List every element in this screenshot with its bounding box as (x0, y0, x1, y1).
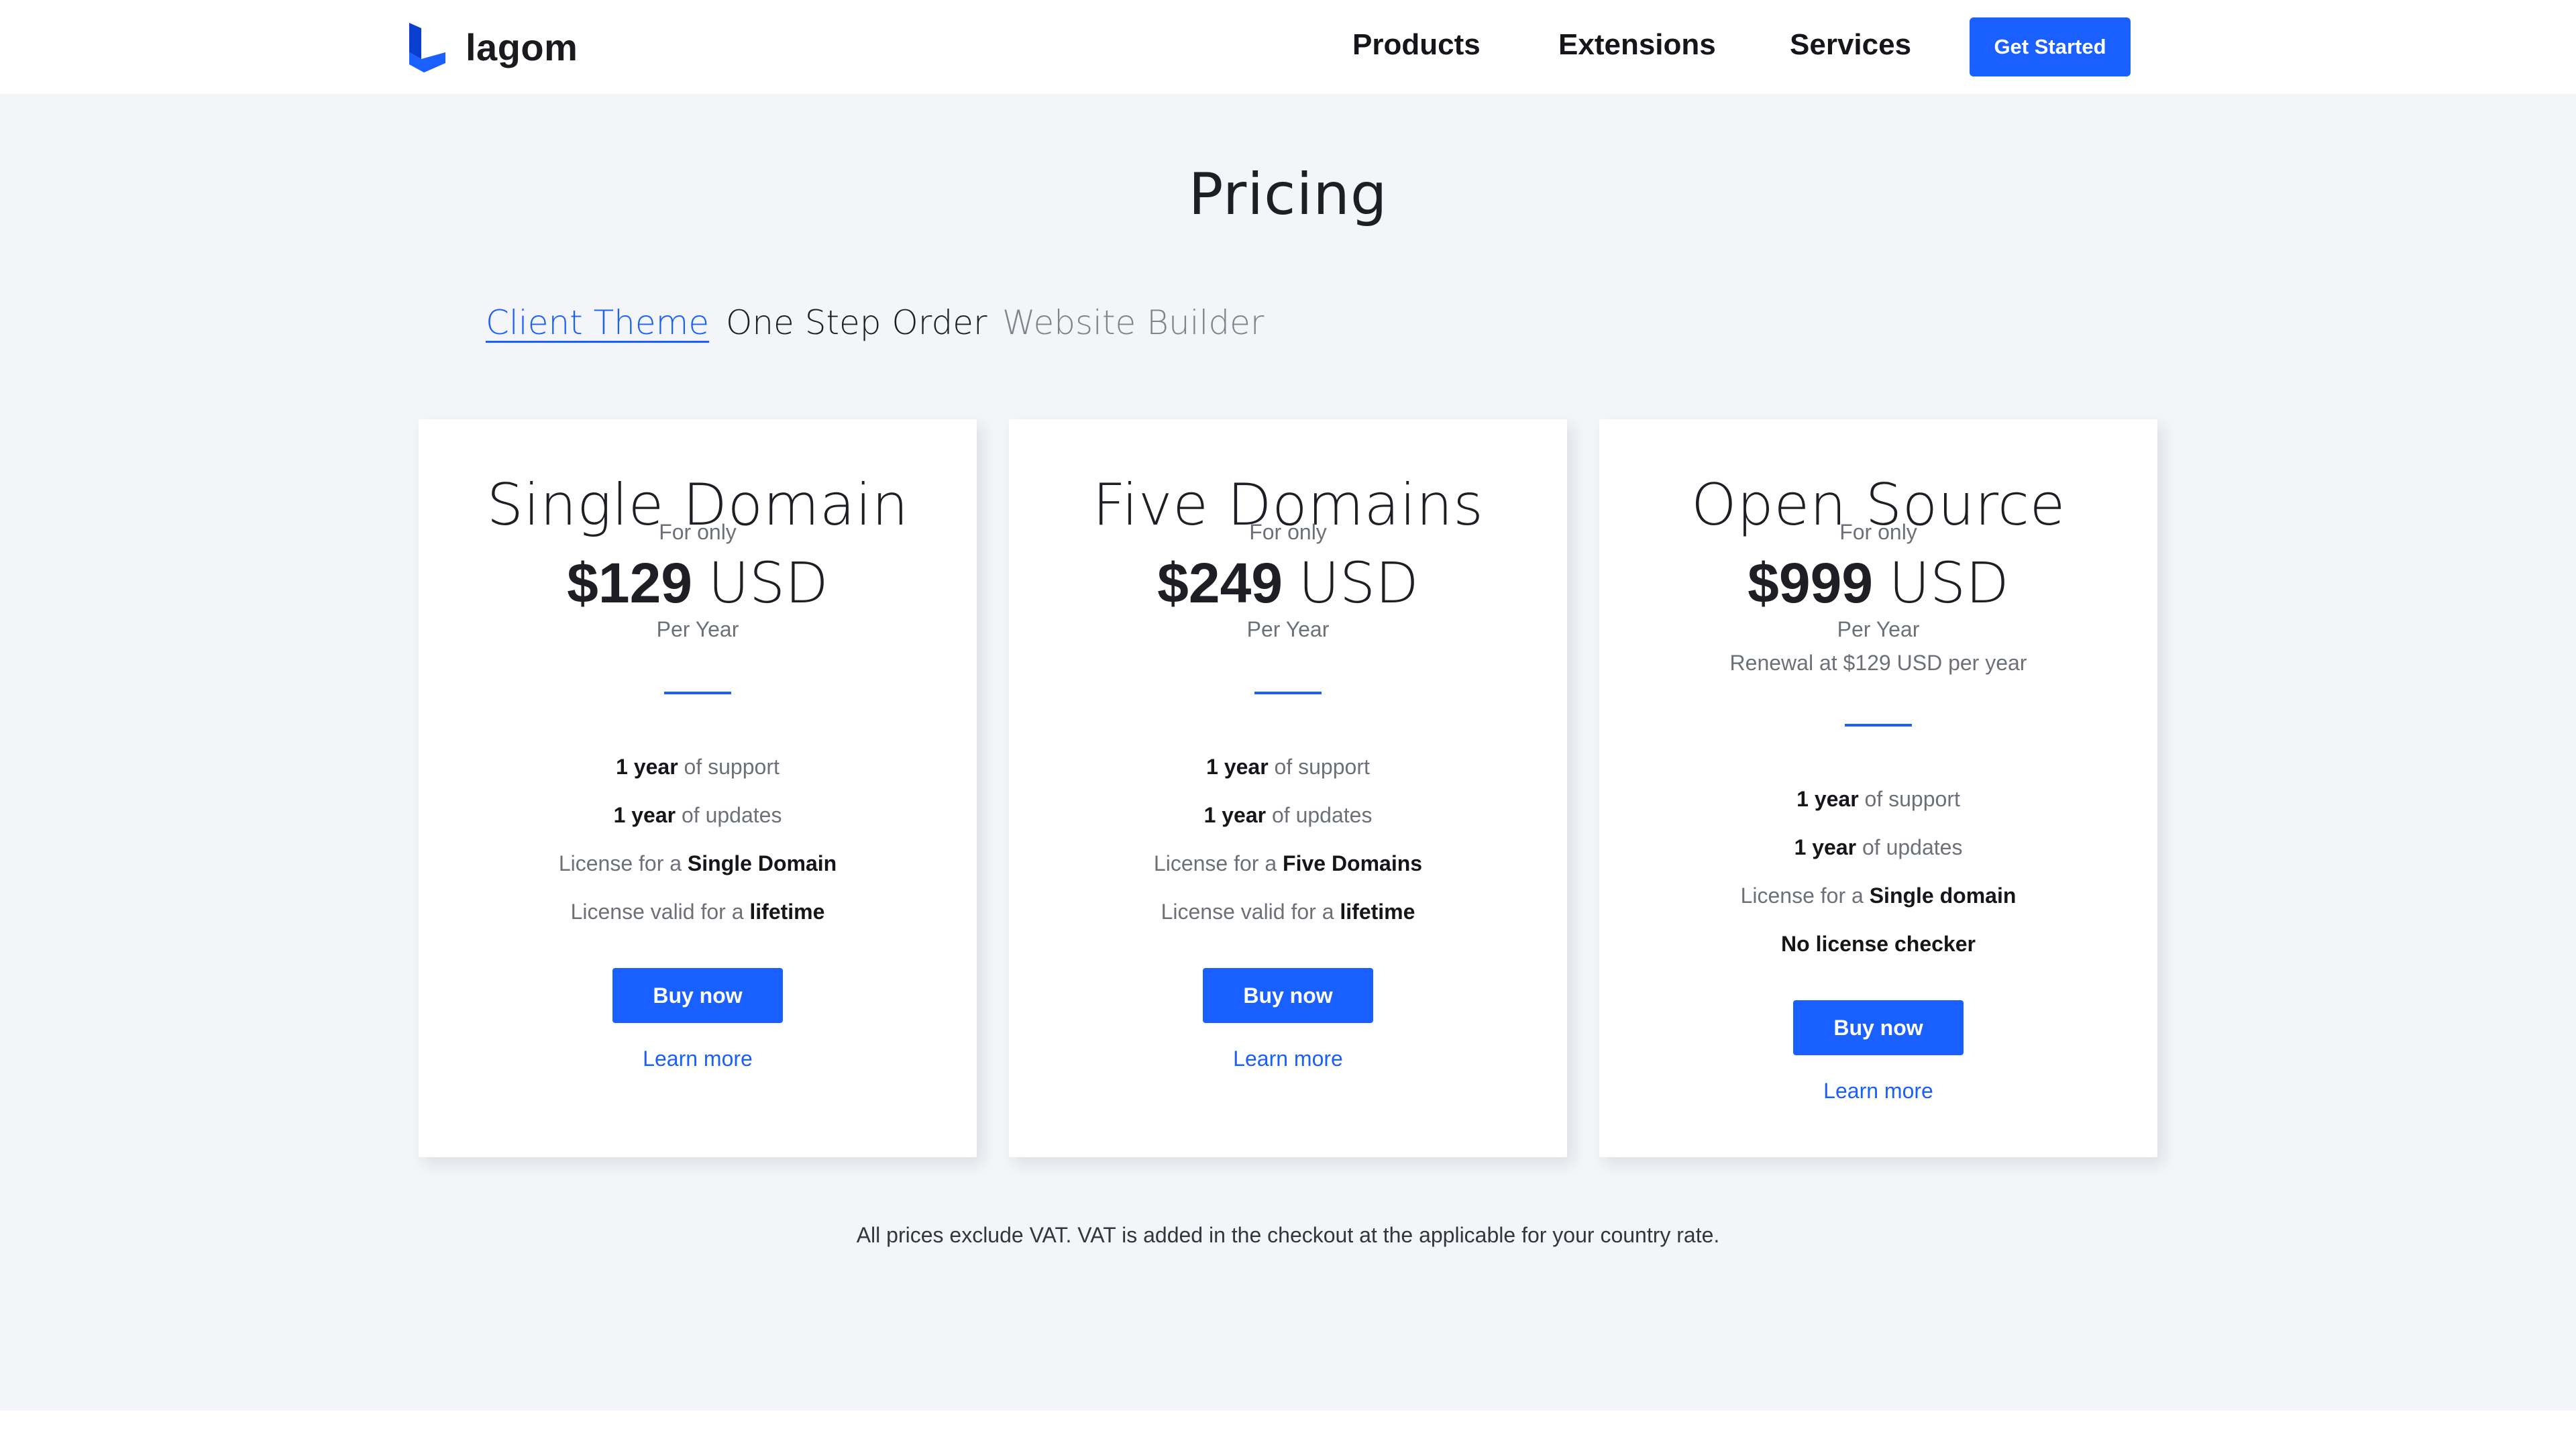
nav-services[interactable]: Services (1790, 28, 1911, 62)
plan-divider (1845, 724, 1912, 727)
learn-more-link[interactable]: Learn more (1009, 1046, 1567, 1071)
plan-price: $249 USD (1009, 550, 1567, 616)
product-tabs: Client Theme One Step Order Website Buil… (0, 303, 2576, 357)
nav-products[interactable]: Products (1352, 28, 1481, 62)
price-currency: USD (1888, 550, 2009, 616)
feature-support: 1 year of support (1796, 787, 1960, 811)
vat-note: All prices exclude VAT. VAT is added in … (856, 1223, 1720, 1247)
plan-card-open-source: Open Source For only $999 USD Per Year R… (1599, 419, 2157, 1157)
plan-divider (1254, 692, 1322, 694)
footer-strip (0, 1411, 2576, 1449)
plan-period: Per Year (656, 617, 739, 641)
price-currency: USD (1298, 550, 1419, 616)
plan-features: 1 year of support 1 year of updates Lice… (419, 743, 977, 936)
feature-license-validity: License valid for a lifetime (570, 900, 825, 924)
plan-features: 1 year of support 1 year of updates Lice… (1009, 743, 1567, 936)
plan-card-single-domain: Single Domain For only $129 USD Per Year… (419, 419, 977, 1157)
buy-now-button[interactable]: Buy now (612, 968, 783, 1023)
learn-more-link[interactable]: Learn more (1599, 1079, 2157, 1104)
plan-period: Per Year (1246, 617, 1330, 641)
plan-for-only: For only (1839, 520, 1917, 544)
price-amount: $999 (1748, 551, 1874, 614)
feature-license-checker: No license checker (1781, 932, 1976, 956)
get-started-button[interactable]: Get Started (1970, 17, 2131, 76)
plan-for-only: For only (659, 520, 737, 544)
feature-updates: 1 year of updates (1794, 835, 1963, 859)
feature-license-scope: License for a Single Domain (558, 851, 837, 875)
feature-updates: 1 year of updates (1203, 803, 1373, 827)
feature-updates: 1 year of updates (613, 803, 782, 827)
price-amount: $249 (1157, 551, 1283, 614)
plan-period: Per Year (1837, 617, 1920, 641)
feature-license-scope: License for a Five Domains (1153, 851, 1423, 875)
nav-extensions[interactable]: Extensions (1558, 28, 1716, 62)
price-amount: $129 (567, 551, 693, 614)
buy-now-button[interactable]: Buy now (1793, 1000, 1964, 1055)
feature-license-scope: License for a Single domain (1740, 883, 2017, 908)
plan-price: $999 USD (1599, 550, 2157, 616)
tab-website-builder[interactable]: Website Builder (1002, 303, 1264, 342)
price-currency: USD (708, 550, 828, 616)
top-navigation-bar: lagom Products Extensions Services Get S… (0, 0, 2576, 94)
plan-card-five-domains: Five Domains For only $249 USD Per Year … (1009, 419, 1567, 1157)
pricing-section: Pricing Client Theme One Step Order Webs… (0, 94, 2576, 1411)
feature-support: 1 year of support (616, 755, 780, 779)
feature-license-validity: License valid for a lifetime (1161, 900, 1415, 924)
tab-one-step-order[interactable]: One Step Order (726, 303, 987, 342)
plan-price: $129 USD (419, 550, 977, 616)
plan-renewal: Renewal at $129 USD per year (1729, 651, 2027, 675)
plan-features: 1 year of support 1 year of updates Lice… (1599, 775, 2157, 968)
learn-more-link[interactable]: Learn more (419, 1046, 977, 1071)
tab-client-theme[interactable]: Client Theme (486, 303, 709, 342)
buy-now-button[interactable]: Buy now (1203, 968, 1373, 1023)
plan-divider (664, 692, 731, 694)
page-title: Pricing (1188, 161, 1388, 228)
plan-for-only: For only (1249, 520, 1327, 544)
main-nav: Products Extensions Services (0, 17, 2576, 78)
feature-support: 1 year of support (1206, 755, 1370, 779)
